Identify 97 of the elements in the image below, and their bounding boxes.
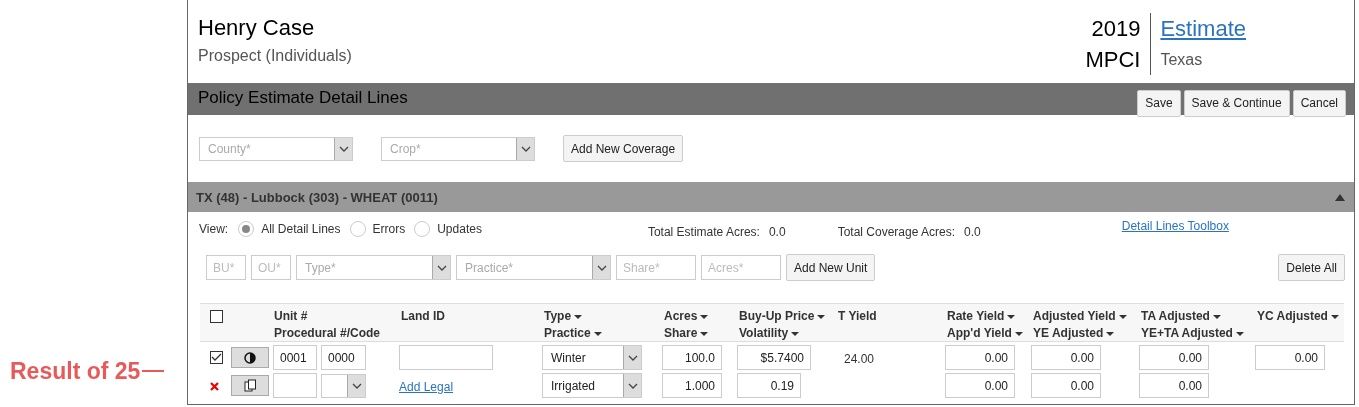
column-header: Unit # (274, 308, 308, 325)
appd-yield-input[interactable]: 0.00 (945, 373, 1015, 398)
column-header[interactable]: Practice (544, 325, 602, 342)
caret-icon (1007, 314, 1016, 319)
policy-year: 2019 (1090, 15, 1141, 43)
add-coverage-button[interactable]: Add New Coverage (563, 135, 684, 162)
coverage-title: TX (48) - Lubbock (303) - WHEAT (0011) (196, 189, 438, 205)
caret-icon (1330, 314, 1339, 319)
client-name: Henry Case (198, 15, 316, 41)
caret-icon (1106, 331, 1115, 336)
contrast-icon (244, 351, 256, 364)
column-header[interactable]: Adjusted Yield (1033, 308, 1127, 325)
chevron-down-icon (623, 346, 641, 369)
caret-icon (700, 314, 709, 319)
caret-icon (791, 331, 800, 336)
column-header: T Yield (838, 308, 877, 325)
leader-line (142, 370, 165, 372)
input-field[interactable]: BU* (206, 255, 246, 280)
acres-input[interactable]: 100.0 (662, 345, 722, 370)
yc-adjusted-input[interactable]: 0.00 (1255, 345, 1325, 370)
contrast-button[interactable] (231, 347, 269, 368)
caret-icon (1212, 314, 1221, 319)
adjusted-yield-input[interactable]: 0.00 (1031, 345, 1101, 370)
column-header[interactable]: Acres (664, 308, 709, 325)
input-field[interactable]: OU* (251, 255, 291, 280)
copy-button[interactable] (231, 375, 269, 396)
ta-adjusted-input[interactable]: 0.00 (1139, 345, 1209, 370)
caret-icon (1014, 331, 1023, 336)
t-yield-value: 24.00 (844, 351, 875, 366)
radio-button[interactable] (349, 220, 366, 237)
annotation-label: Result of 25 (10, 357, 141, 386)
delete-all-button[interactable]: Delete All (1278, 254, 1345, 281)
share-input[interactable]: 1.000 (662, 373, 722, 398)
ye-adjusted-input[interactable]: 0.00 (1031, 373, 1101, 398)
chevron-down-icon (592, 256, 610, 279)
chevron-down-icon (516, 137, 534, 160)
caret-icon (574, 314, 583, 319)
column-header[interactable]: App'd Yield (947, 325, 1023, 342)
column-header[interactable]: YE Adjusted (1033, 325, 1115, 342)
input-field[interactable]: Share* (616, 255, 696, 280)
total-label: Total Coverage Acres: (837, 224, 956, 239)
column-header[interactable]: Type (544, 308, 583, 325)
type-select[interactable]: Winter (542, 345, 642, 370)
ye-ta-adjusted-input[interactable]: 0.00 (1139, 373, 1209, 398)
column-header[interactable]: Buy-Up Price (739, 308, 826, 325)
rate-yield-input[interactable]: 0.00 (945, 345, 1015, 370)
column-header: Procedural #/Code (274, 325, 381, 342)
total-value: 0.0 (768, 224, 786, 239)
volatility-input[interactable]: 0.19 (737, 373, 801, 398)
collapse-icon[interactable] (1335, 193, 1345, 201)
view-label: View: (199, 221, 229, 236)
column-header: Land ID (401, 308, 445, 325)
section-title: Policy Estimate Detail Lines (198, 88, 408, 108)
add-unit-button[interactable]: Add New Unit (786, 254, 876, 281)
column-header[interactable]: Share (664, 325, 709, 342)
code-input[interactable] (273, 373, 317, 398)
column-header[interactable]: Volatility (739, 325, 800, 342)
caret-icon (700, 331, 709, 336)
add-legal-link[interactable]: Add Legal (399, 379, 454, 394)
radio-button[interactable] (238, 220, 255, 237)
caret-icon (817, 314, 826, 319)
column-header[interactable]: TA Adjusted (1141, 308, 1221, 325)
client-type: Prospect (Individuals) (198, 47, 352, 65)
caret-icon (593, 331, 602, 336)
chevron-down-icon (334, 137, 352, 160)
toolbar-button[interactable]: Save & Continue (1183, 89, 1290, 117)
toolbox-link[interactable]: Detail Lines Toolbox (1121, 218, 1229, 233)
checkbox[interactable] (210, 351, 223, 364)
column-header[interactable]: Rate Yield (947, 308, 1016, 325)
section-header-bar[interactable]: TX (48) - Lubbock (303) - WHEAT (0011) (188, 182, 1354, 212)
copy-icon (243, 379, 257, 392)
radio-label[interactable]: Errors (372, 221, 406, 236)
radio-button[interactable] (414, 220, 431, 237)
toolbar-button[interactable]: Cancel (1292, 89, 1346, 117)
unit-input[interactable]: 0001 (273, 345, 317, 370)
land-id-input[interactable] (399, 345, 493, 370)
procedural-input[interactable]: 0000 (321, 345, 366, 370)
radio-label[interactable]: Updates (437, 221, 482, 236)
code-select[interactable] (321, 373, 366, 398)
buy-up-price-input[interactable]: $5.7400 (737, 345, 811, 370)
radio-label[interactable]: All Detail Lines (261, 221, 341, 236)
column-header[interactable]: YC Adjusted (1257, 308, 1339, 325)
toolbar-button[interactable]: Save (1137, 89, 1181, 117)
input-field[interactable]: Acres* (701, 255, 781, 280)
policy-program: MPCI (1085, 46, 1141, 74)
chevron-down-icon (623, 374, 641, 397)
estimate-link[interactable]: Estimate (1160, 13, 1246, 44)
chevron-down-icon (432, 256, 450, 279)
total-value: 0.0 (964, 224, 981, 239)
total-label: Total Estimate Acres: (647, 224, 760, 239)
caret-icon (1235, 331, 1244, 336)
checkbox[interactable] (210, 310, 223, 323)
caret-icon (1118, 314, 1127, 319)
chevron-down-icon (347, 374, 365, 397)
practice-select[interactable]: Irrigated (542, 373, 642, 398)
policy-state: Texas (1160, 50, 1204, 70)
column-header[interactable]: YE+TA Adjusted (1141, 325, 1244, 342)
